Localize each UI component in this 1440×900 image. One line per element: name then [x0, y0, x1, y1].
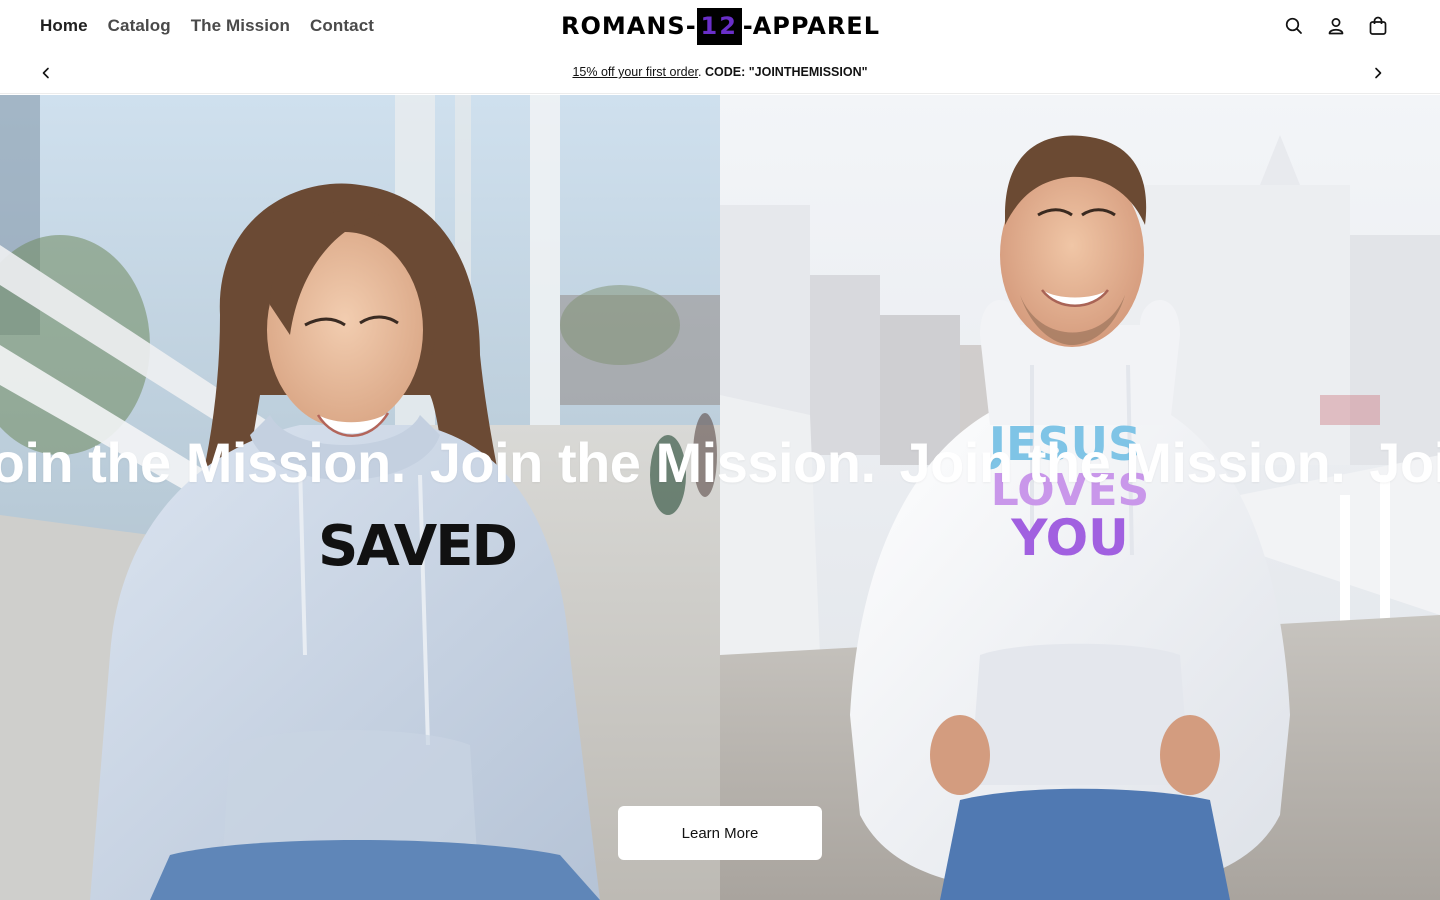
- logo-dash-right: -: [742, 12, 753, 40]
- search-icon[interactable]: [1284, 14, 1304, 38]
- logo-dash-left: -: [685, 12, 696, 40]
- marquee-item: Join the Mission.: [899, 431, 1346, 494]
- announcement-bar: 15% off your first order. CODE: "JOINTHE…: [0, 52, 1440, 94]
- marquee-item: Join the Mission.: [429, 431, 876, 494]
- announcement-separator: .: [698, 65, 702, 79]
- shirt-print-you: YOU: [1010, 509, 1129, 567]
- chevron-right-icon[interactable]: [1370, 65, 1386, 81]
- marquee-track: Join the Mission. Join the Mission. Join…: [0, 430, 1440, 496]
- marquee-item: Join the Mission.: [0, 431, 406, 494]
- nav-catalog[interactable]: Catalog: [108, 16, 171, 36]
- account-icon[interactable]: [1326, 14, 1346, 38]
- brand-logo[interactable]: ROMANS - 12 - APPAREL: [561, 8, 880, 45]
- nav-the-mission[interactable]: The Mission: [191, 16, 290, 36]
- logo-text-left: ROMANS: [561, 12, 686, 40]
- cart-icon[interactable]: [1368, 14, 1388, 38]
- site-header: Home Catalog The Mission Contact ROMANS …: [0, 0, 1440, 52]
- nav-contact[interactable]: Contact: [310, 16, 374, 36]
- logo-text-right: APPAREL: [752, 12, 880, 40]
- header-actions: [1284, 14, 1388, 38]
- hero-banner: SAVED JESUS LOVES YOU Join the Mission. …: [0, 95, 1440, 900]
- nav-home[interactable]: Home: [40, 16, 88, 36]
- announcement-message: 15% off your first order. CODE: "JOINTHE…: [0, 65, 1440, 79]
- shirt-print-saved: SAVED: [318, 514, 516, 579]
- hero-marquee: Join the Mission. Join the Mission. Join…: [0, 430, 1440, 500]
- discount-code: CODE: "JOINTHEMISSION": [704, 65, 868, 79]
- logo-number-box: 12: [696, 8, 742, 45]
- main-nav: Home Catalog The Mission Contact: [40, 0, 374, 52]
- announcement-link[interactable]: 15% off your first order: [572, 65, 698, 79]
- learn-more-button[interactable]: Learn More: [618, 806, 822, 860]
- marquee-item: Join the Mission.: [1369, 431, 1440, 494]
- logo-number: 12: [700, 12, 738, 40]
